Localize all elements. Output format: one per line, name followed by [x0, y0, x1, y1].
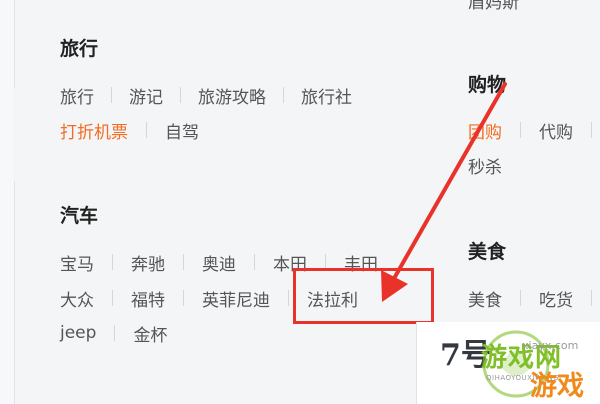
- divider: [183, 290, 184, 306]
- divider: [591, 290, 592, 306]
- car-title: 汽车: [60, 205, 99, 227]
- car-link[interactable]: 金杯: [133, 321, 167, 346]
- travel-row-2: 打折机票 自驾: [60, 117, 199, 143]
- left-panel-edge: [0, 0, 15, 404]
- food-link[interactable]: 吃货: [539, 286, 573, 311]
- divider: [146, 122, 147, 138]
- travel-link[interactable]: 旅行: [60, 83, 94, 108]
- shopping-link[interactable]: 代购: [539, 118, 573, 143]
- divider: [254, 254, 255, 270]
- travel-link[interactable]: 旅行社: [301, 83, 352, 108]
- shopping-link-highlight[interactable]: 团购: [468, 118, 502, 143]
- divider: [283, 87, 284, 103]
- left-panel-segment: [0, 0, 15, 88]
- travel-title: 旅行: [60, 38, 99, 60]
- travel-link[interactable]: 游记: [129, 83, 163, 108]
- shopping-link[interactable]: 秒杀: [468, 153, 502, 178]
- food-link[interactable]: 美食: [468, 286, 502, 311]
- car-link[interactable]: 英菲尼迪: [202, 286, 270, 311]
- divider: [112, 290, 113, 306]
- divider: [114, 325, 116, 341]
- shopping-row-2: 秒杀: [468, 152, 502, 178]
- travel-link[interactable]: 旅游攻略: [198, 83, 266, 108]
- left-panel-segment: [0, 181, 15, 404]
- travel-link-highlight[interactable]: 打折机票: [60, 118, 128, 143]
- food-title: 美食: [468, 241, 507, 263]
- divider: [111, 87, 112, 103]
- divider: [288, 290, 289, 306]
- car-link[interactable]: 奥迪: [202, 250, 236, 275]
- car-link[interactable]: 奔驰: [131, 250, 165, 275]
- food-row-1: 美食 吃货: [468, 285, 592, 311]
- divider: [183, 254, 184, 270]
- travel-row-1: 旅行 游记 旅游攻略 旅行社: [60, 82, 352, 108]
- cut-off-link[interactable]: 眉妈斯: [468, 0, 519, 13]
- car-link[interactable]: 大众: [60, 286, 94, 311]
- divider: [112, 254, 113, 270]
- car-link[interactable]: jeep: [60, 323, 96, 343]
- divider: [180, 87, 181, 103]
- divider: [520, 122, 521, 138]
- car-link[interactable]: 福特: [131, 286, 165, 311]
- travel-link[interactable]: 自驾: [165, 118, 199, 143]
- divider: [520, 290, 521, 306]
- watermark-game: 游戏: [530, 371, 584, 402]
- watermark-url: xiayx.com: [522, 339, 579, 352]
- shopping-row-1: 团购 代购: [468, 117, 592, 143]
- shopping-title: 购物: [468, 74, 507, 96]
- divider: [591, 122, 592, 138]
- car-link[interactable]: 宝马: [60, 250, 94, 275]
- annotation-highlight-box: [293, 268, 434, 324]
- car-row-3: jeep 金杯: [60, 320, 167, 346]
